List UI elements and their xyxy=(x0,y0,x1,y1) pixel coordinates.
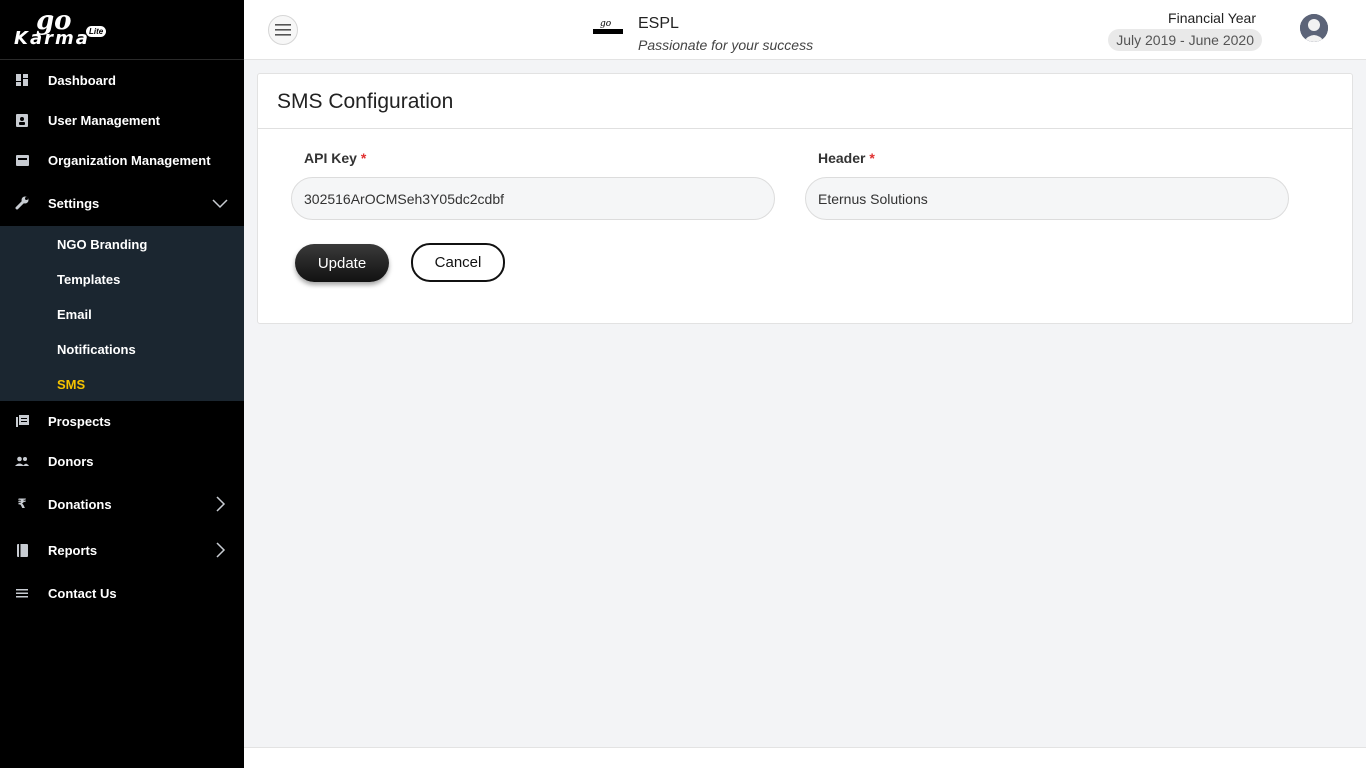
sidebar-item-contact-us[interactable]: Contact Us xyxy=(0,573,244,613)
gokarma-logo[interactable]: go Karma Lite xyxy=(0,0,244,60)
cancel-button[interactable]: Cancel xyxy=(411,243,505,282)
sidebar-item-label: Settings xyxy=(48,195,100,211)
sidebar-item-organization-management[interactable]: Organization Management xyxy=(0,140,244,180)
header-label-text: Header xyxy=(818,150,866,166)
api-key-input[interactable] xyxy=(291,177,775,220)
sidebar-item-settings[interactable]: Settings xyxy=(0,183,244,223)
dashboard-icon xyxy=(15,73,29,87)
update-button[interactable]: Update xyxy=(295,244,389,282)
submenu-item-notifications[interactable]: Notifications xyxy=(57,342,136,357)
sidebar-item-label: Contact Us xyxy=(48,585,117,601)
footer-bar xyxy=(244,747,1366,768)
submenu-item-email[interactable]: Email xyxy=(57,307,92,322)
divider xyxy=(258,128,1352,129)
sidebar-item-label: Reports xyxy=(48,542,98,558)
sidebar-item-dashboard[interactable]: Dashboard xyxy=(0,60,244,100)
book-icon xyxy=(15,543,29,557)
sidebar: go Karma Lite Dashboard User Management … xyxy=(0,0,244,768)
sidebar-item-donors[interactable]: Donors xyxy=(0,441,244,481)
header-input[interactable] xyxy=(805,177,1289,220)
sidebar-item-user-management[interactable]: User Management xyxy=(0,100,244,140)
chevron-down-icon xyxy=(212,199,228,209)
required-mark: * xyxy=(869,150,875,166)
people-icon xyxy=(15,454,29,468)
org-name: ESPL xyxy=(638,15,679,32)
sidebar-item-label: Prospects xyxy=(48,413,111,429)
api-key-label-text: API Key xyxy=(304,150,357,166)
settings-submenu: NGO Branding Templates Email Notificatio… xyxy=(0,226,244,401)
sidebar-item-label: Organization Management xyxy=(48,152,211,168)
organization-icon xyxy=(15,153,29,167)
sidebar-item-reports[interactable]: Reports xyxy=(0,530,244,570)
prospects-icon xyxy=(15,414,29,428)
required-mark: * xyxy=(360,150,367,166)
chevron-right-icon xyxy=(216,542,226,558)
sidebar-item-prospects[interactable]: Prospects xyxy=(0,401,244,441)
sms-configuration-card: SMS Configuration API Key * Header * Upd… xyxy=(257,73,1353,324)
svg-text:go: go xyxy=(600,19,612,29)
org-tagline: Passionate for your success xyxy=(638,37,814,53)
financial-year-label: Financial Year xyxy=(1168,10,1256,26)
logo-lite-badge: Lite xyxy=(86,26,107,37)
hamburger-icon xyxy=(275,24,291,36)
page-title: SMS Configuration xyxy=(277,90,454,113)
top-bar: go ESPL Passionate for your success Fina… xyxy=(244,0,1366,60)
sidebar-item-label: Donations xyxy=(48,496,112,512)
rupee-icon: ₹ xyxy=(17,496,27,511)
chevron-right-icon xyxy=(216,496,226,512)
hamburger-menu-button[interactable] xyxy=(268,15,298,45)
sidebar-item-donations[interactable]: ₹ Donations xyxy=(0,484,244,524)
api-key-label: API Key * xyxy=(304,150,366,166)
financial-year-selector[interactable]: July 2019 - June 2020 xyxy=(1108,29,1262,51)
sidebar-item-label: User Management xyxy=(48,112,160,128)
logo-karma-text: Karma xyxy=(14,28,90,49)
org-logo-icon: go xyxy=(593,19,623,34)
submenu-item-sms[interactable]: SMS xyxy=(57,377,85,392)
submenu-item-templates[interactable]: Templates xyxy=(57,272,120,287)
user-avatar[interactable] xyxy=(1300,14,1328,42)
user-card-icon xyxy=(15,113,29,127)
header-label: Header * xyxy=(818,150,875,166)
user-avatar-icon xyxy=(1300,14,1328,42)
sidebar-item-label: Dashboard xyxy=(48,72,116,88)
submenu-item-ngo-branding[interactable]: NGO Branding xyxy=(57,237,147,252)
wrench-icon xyxy=(15,196,29,210)
list-icon xyxy=(15,586,29,600)
sidebar-item-label: Donors xyxy=(48,453,94,469)
